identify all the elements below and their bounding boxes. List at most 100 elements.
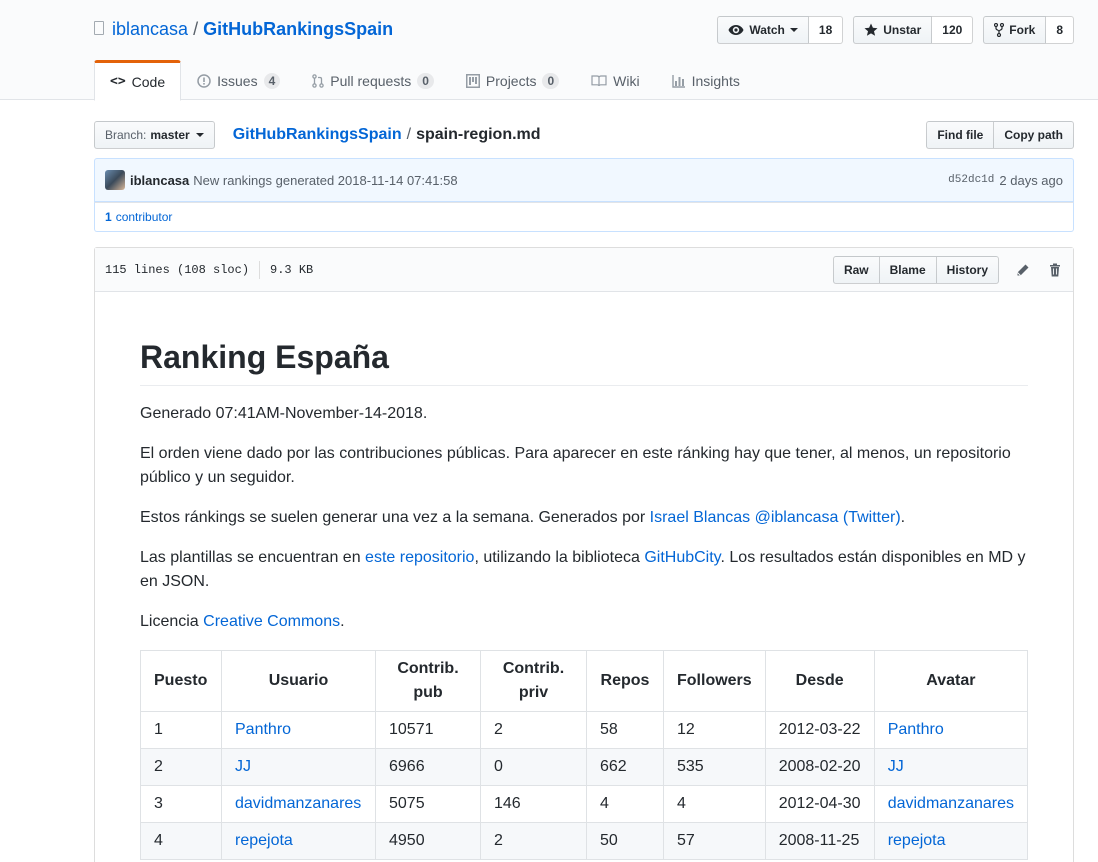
col-desde: Desde: [764, 650, 875, 712]
file-navigation: Branch: master GitHubRankingsSpain / spa…: [94, 120, 1074, 150]
file-nav-actions: Find file Copy path: [926, 121, 1074, 149]
tab-issues-label: Issues: [217, 73, 258, 89]
branch-name: master: [150, 128, 190, 142]
tab-code-label: Code: [131, 73, 166, 90]
generated-text: Generado 07:41AM-November-14-2018.: [140, 405, 428, 422]
commit-message-link[interactable]: New rankings generated 2018-11-14 07:41:…: [193, 173, 457, 188]
project-icon: [465, 74, 480, 88]
cell-repos: 662: [586, 748, 664, 786]
tab-pull-requests-label: Pull requests: [330, 73, 412, 89]
usuario-link[interactable]: repejota: [235, 832, 293, 849]
eye-icon: [728, 25, 744, 35]
code-icon: <>: [110, 74, 126, 89]
breadcrumb-filename: spain-region.md: [416, 126, 541, 143]
file-info-divider: [259, 260, 261, 279]
frequency-paragraph: Estos ránkings se suelen generar una vez…: [140, 506, 1028, 530]
cell-desde: 2012-04-30: [764, 785, 875, 823]
col-repos: Repos: [586, 650, 664, 712]
watch-button[interactable]: Watch: [717, 16, 809, 44]
cell-repos: 58: [586, 711, 664, 749]
fork-button[interactable]: Fork: [983, 16, 1047, 44]
pull-requests-counter: 0: [417, 73, 434, 89]
blame-button[interactable]: Blame: [878, 255, 937, 284]
table-row: 4 repejota 4950 2 50 57 2008-11-25 repejota: [140, 822, 1029, 860]
branch-select-button[interactable]: Branch: master: [94, 121, 215, 149]
copy-path-button[interactable]: Copy path: [994, 121, 1074, 149]
breadcrumb-separator: /: [406, 126, 412, 143]
usuario-link[interactable]: JJ: [235, 758, 251, 775]
trash-icon[interactable]: [1047, 262, 1063, 278]
repo-name-link[interactable]: GitHubRankingsSpain: [203, 19, 393, 40]
watch-group: Watch 18: [717, 16, 844, 44]
commit-author-link[interactable]: iblancasa: [130, 173, 189, 188]
cell-puesto: 1: [140, 711, 222, 749]
author-twitter-link[interactable]: Israel Blancas @iblancasa (Twitter): [650, 509, 901, 526]
tab-projects[interactable]: Projects 0: [450, 60, 575, 100]
repo-icon: [94, 20, 104, 35]
raw-button[interactable]: Raw: [832, 255, 880, 284]
cell-repos: 50: [586, 822, 664, 860]
tab-insights-label: Insights: [691, 73, 740, 89]
breadcrumb: GitHubRankingsSpain / spain-region.md: [233, 126, 541, 144]
fork-count[interactable]: 8: [1046, 16, 1074, 44]
contributors-bar[interactable]: 1 contributor: [94, 202, 1074, 232]
cell-usuario: davidmanzanares: [221, 785, 376, 823]
pencil-icon[interactable]: [1015, 262, 1031, 278]
repo-owner-link[interactable]: iblancasa: [112, 19, 188, 40]
frequency-text: Estos ránkings se suelen generar una vez…: [140, 509, 650, 526]
col-contrib-pub: Contrib. pub: [375, 650, 481, 712]
find-file-button[interactable]: Find file: [926, 121, 995, 149]
avatar-link[interactable]: Panthro: [888, 721, 944, 738]
cell-avatar: JJ: [873, 748, 1029, 786]
license-text: Licencia: [140, 613, 204, 630]
commit-sha-link[interactable]: d52dc1d: [948, 174, 994, 186]
repo-forked-icon: [994, 23, 1005, 37]
ranking-table-body: 1 Panthro 10571 2 58 12 2012-03-22 Panthro 2 JJ 69…: [140, 711, 1029, 860]
issue-opened-icon: [197, 74, 211, 88]
watch-count[interactable]: 18: [808, 16, 844, 44]
graph-icon: [671, 75, 685, 88]
creative-commons-link[interactable]: Creative Commons: [203, 613, 340, 630]
repo-nav: <> Code Issues 4 Pull requests 0 Project…: [94, 60, 756, 101]
fork-group: Fork 8: [983, 16, 1074, 44]
cell-usuario: Panthro: [221, 711, 376, 749]
table-row: 2 JJ 6966 0 662 535 2008-02-20 JJ: [140, 748, 1029, 786]
cell-followers: 4: [663, 785, 766, 823]
tab-wiki[interactable]: Wiki: [575, 60, 655, 100]
avatar-link[interactable]: JJ: [888, 758, 904, 775]
githubcity-link[interactable]: GitHubCity: [644, 549, 720, 566]
usuario-link[interactable]: Panthro: [235, 721, 291, 738]
unstar-button[interactable]: Unstar: [853, 16, 933, 44]
book-icon: [591, 75, 607, 87]
star-count[interactable]: 120: [932, 16, 974, 44]
file-size: 9.3 KB: [270, 262, 314, 277]
tab-issues[interactable]: Issues 4: [181, 60, 296, 100]
cell-contrib-pub: 6966: [375, 748, 481, 786]
cell-puesto: 4: [140, 822, 222, 860]
breadcrumb-repo-link[interactable]: GitHubRankingsSpain: [233, 126, 402, 144]
tab-insights[interactable]: Insights: [656, 60, 756, 100]
templates-repo-link[interactable]: este repositorio: [365, 549, 474, 566]
file-header: 115 lines (108 sloc) 9.3 KB Raw Blame Hi…: [95, 248, 1073, 292]
tab-code[interactable]: <> Code: [94, 60, 182, 101]
history-button[interactable]: History: [935, 255, 999, 284]
commit-meta: d52dc1d 2 days ago: [948, 173, 1063, 188]
cell-contrib-priv: 2: [480, 822, 587, 860]
col-followers: Followers: [663, 650, 766, 712]
avatar[interactable]: [105, 170, 125, 190]
col-usuario: Usuario: [221, 650, 376, 712]
templates-paragraph: Las plantillas se encuentran en este rep…: [140, 546, 1028, 594]
templates-text: Las plantillas se encuentran en: [140, 549, 366, 566]
templates-mid: , utilizando la biblioteca: [474, 549, 645, 566]
readme-title: Ranking España: [140, 337, 1028, 386]
usuario-link[interactable]: davidmanzanares: [235, 795, 361, 812]
license-end: .: [340, 613, 345, 630]
repo-title: iblancasa / GitHubRankingsSpain: [94, 19, 393, 40]
avatar-link[interactable]: davidmanzanares: [888, 795, 1014, 812]
table-header-row: Puesto Usuario Contrib. pub Contrib. pri…: [140, 650, 1029, 712]
chevron-down-icon: [195, 133, 204, 137]
avatar-link[interactable]: repejota: [888, 832, 946, 849]
cell-contrib-priv: 0: [480, 748, 587, 786]
tab-pull-requests[interactable]: Pull requests 0: [296, 60, 450, 100]
readme-body: Ranking España Generado 07:41AM-November…: [95, 292, 1073, 862]
